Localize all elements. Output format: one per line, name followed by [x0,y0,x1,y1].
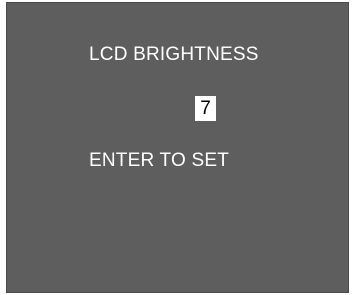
brightness-title: LCD BRIGHTNESS [89,44,259,65]
osd-screen: LCD BRIGHTNESS 7 ENTER TO SET [6,2,349,293]
enter-to-set-instruction: ENTER TO SET [89,150,230,171]
brightness-value[interactable]: 7 [195,96,216,121]
